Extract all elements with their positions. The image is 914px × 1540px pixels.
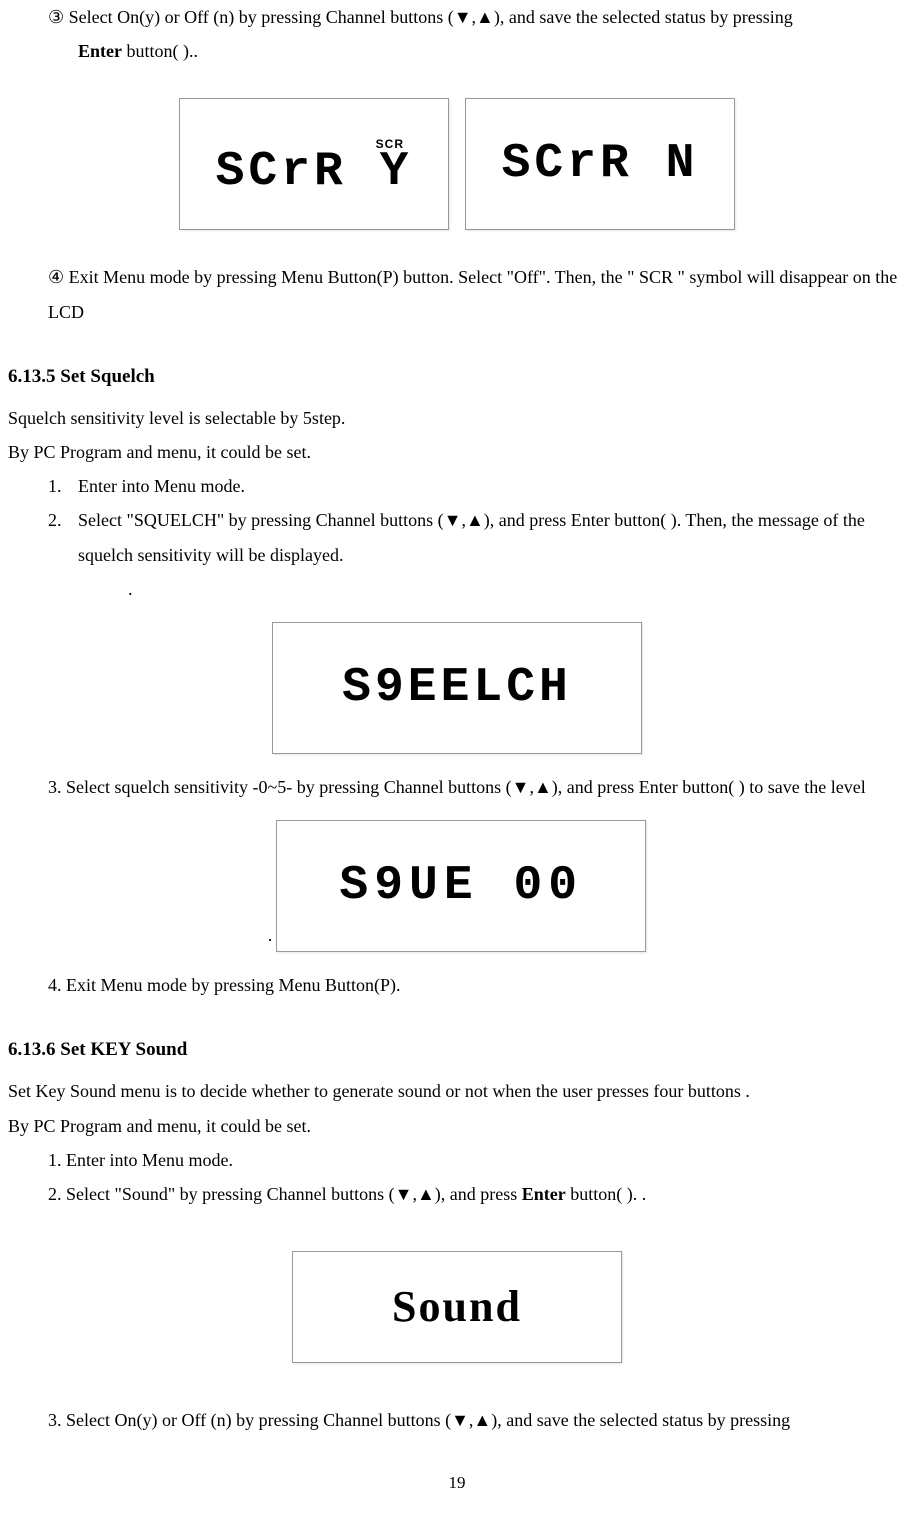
lcd-sound-row: Sound [8,1251,906,1363]
sound-step-2a: 2. Select "Sound" by pressing Channel bu… [48,1184,522,1204]
lcd-sound-text: Sound [392,1265,522,1349]
squelch-step-3: 3. Select squelch sensitivity -0~5- by p… [48,770,906,804]
squelch-intro-1: Squelch sensitivity level is selectable … [8,401,906,435]
enter-label: Enter [78,41,122,61]
lcd-sque00-text: S9UE 00 [339,862,583,910]
leading-dot: . [268,918,273,952]
lcd-scr-row: SCR SCrR Y SCrR N [8,98,906,230]
squelch-dot: . [128,572,906,606]
lcd-scr-n-text: SCrR N [502,140,699,188]
squelch-step-2: 2. Select "SQUELCH" by pressing Channel … [48,503,906,571]
step-4-text: Exit Menu mode by pressing Menu Button(P… [48,267,897,321]
step-3-tail: button( ).. [122,41,198,61]
lcd-squelch-row: S9EELCH [8,622,906,754]
sound-intro-2: By PC Program and menu, it could be set. [8,1109,906,1143]
sound-step-3: 3. Select On(y) or Off (n) by pressing C… [48,1403,906,1437]
lcd-sque00-row: . S9UE 00 [8,820,906,952]
page-number: 19 [8,1467,906,1499]
lcd-squelch-text: S9EELCH [342,664,572,712]
lcd-sound-box: Sound [292,1251,622,1363]
step-3-line2: Enter button( ).. [78,34,906,68]
sound-step-2: 2. Select "Sound" by pressing Channel bu… [48,1177,906,1211]
list-number: 2. [48,503,78,571]
sound-intro-1: Set Key Sound menu is to decide whether … [8,1074,906,1108]
sound-step-1: 1. Enter into Menu mode. [48,1143,906,1177]
squelch-intro-2: By PC Program and menu, it could be set. [8,435,906,469]
lcd-scr-y-text: SCrR Y [216,148,413,196]
sound-step-2c: button( ). . [566,1184,647,1204]
step-3-marker: ③ [48,7,64,27]
step-3: ③ Select On(y) or Off (n) by pressing Ch… [48,0,906,34]
lcd-sque00-box: S9UE 00 [276,820,646,952]
lcd-scr-n-box: SCrR N [465,98,735,230]
step-4-marker: ④ [48,267,64,287]
list-number: 1. [48,469,78,503]
lcd-squelch-box: S9EELCH [272,622,642,754]
step-3-text: Select On(y) or Off (n) by pressing Chan… [64,7,793,27]
squelch-step-2-text: Select "SQUELCH" by pressing Channel but… [78,503,906,571]
enter-label: Enter [522,1184,566,1204]
heading-6-13-6: 6.13.6 Set KEY Sound [8,1032,906,1068]
squelch-step-4: 4. Exit Menu mode by pressing Menu Butto… [48,968,906,1002]
squelch-step-1: 1. Enter into Menu mode. [48,469,906,503]
lcd-scr-y-box: SCR SCrR Y [179,98,449,230]
squelch-step-1-text: Enter into Menu mode. [78,469,906,503]
step-4: ④ Exit Menu mode by pressing Menu Button… [48,260,906,328]
heading-6-13-5: 6.13.5 Set Squelch [8,359,906,395]
